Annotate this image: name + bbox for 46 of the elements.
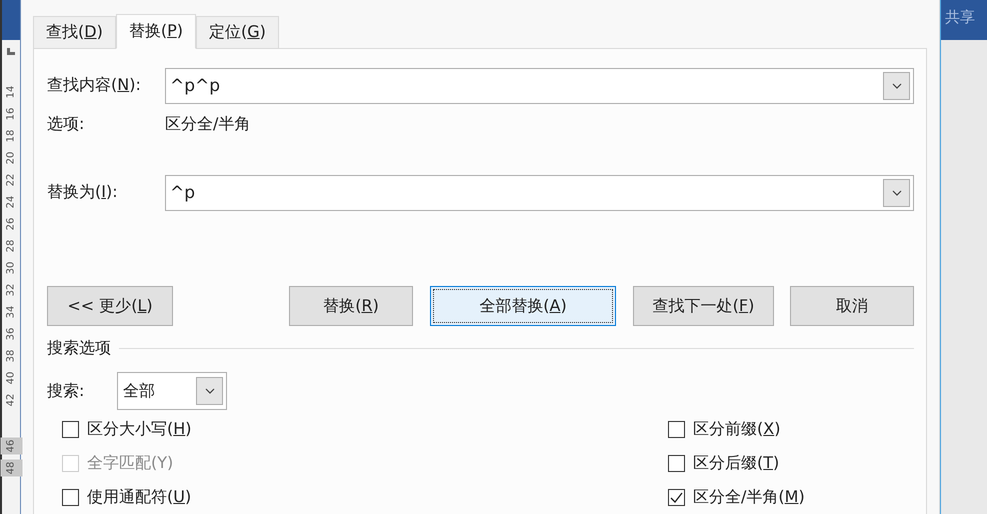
dialog-button[interactable]: << 更少(L) — [47, 286, 173, 326]
ruler-number: 46 — [0, 438, 22, 454]
dialog-tab[interactable]: 定位(G) — [196, 16, 279, 49]
dialog-button[interactable]: 替换(R) — [289, 286, 413, 326]
checkmark-icon — [670, 492, 683, 502]
checkbox-option[interactable]: 区分大小写(H) — [62, 418, 668, 440]
search-label: 搜索: — [47, 380, 86, 402]
dialog-tab[interactable]: 替换(P) — [116, 14, 196, 49]
ruler-number: 40 — [4, 370, 17, 386]
find-label: 查找内容(N): — [47, 75, 142, 96]
dialog-button[interactable]: 取消 — [790, 286, 914, 326]
caret-icon — [204, 388, 214, 394]
options-value: 区分全/半角 — [165, 114, 250, 134]
ruler-number: 28 — [4, 238, 17, 254]
checkbox-option[interactable]: 区分全/半角(M) — [668, 486, 914, 508]
ruler-number: 36 — [4, 326, 17, 342]
ruler-number: 26 — [4, 216, 17, 232]
share-label[interactable]: 共享 — [945, 8, 975, 27]
ruler-number: 22 — [4, 172, 17, 188]
checkbox-option[interactable]: 区分后缀(T) — [668, 452, 914, 474]
ruler-number: 20 — [4, 150, 17, 166]
caret-icon — [892, 190, 902, 196]
ruler-number: 38 — [4, 348, 17, 364]
dropdown-button[interactable] — [196, 377, 223, 405]
checkbox-option[interactable]: 使用通配符(U) — [62, 486, 668, 508]
section-heading: 搜索选项 — [47, 338, 111, 358]
ruler-number: 16 — [4, 106, 17, 122]
replace-label: 替换为(I): — [47, 182, 119, 203]
ruler-number: 48 — [0, 460, 22, 476]
ruler-number: 14 — [4, 84, 17, 100]
checkbox-option[interactable]: 区分前缀(X) — [668, 418, 914, 440]
ruler-number: 42 — [4, 392, 17, 408]
ruler-number: 18 — [4, 128, 17, 144]
ruler-number: 24 — [4, 194, 17, 210]
dropdown-button[interactable] — [883, 178, 910, 206]
caret-icon — [892, 82, 902, 88]
dropdown-button[interactable] — [883, 72, 910, 100]
ruler-number: 30 — [4, 260, 17, 276]
options-label: 选项: — [47, 114, 86, 134]
dialog-button[interactable]: 全部替换(A) — [430, 286, 616, 326]
tab-stop-icon — [7, 48, 15, 55]
dialog-tab[interactable]: 查找(D) — [33, 16, 116, 49]
ruler-number: 32 — [4, 282, 17, 298]
ruler-number: 34 — [4, 304, 17, 320]
search-select[interactable]: 全部 — [117, 372, 227, 410]
dialog-button[interactable]: 查找下一处(F) — [633, 286, 774, 326]
